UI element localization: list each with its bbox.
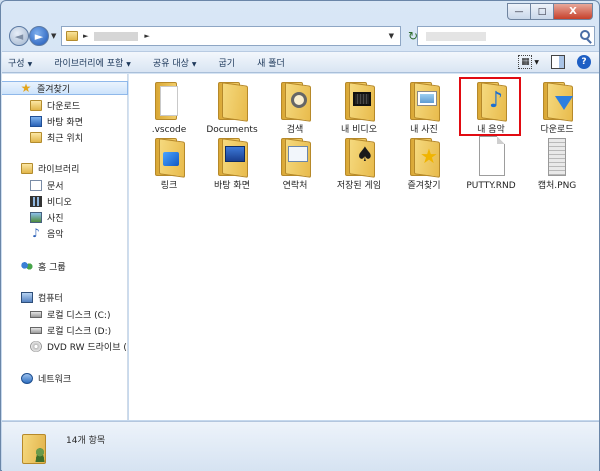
maximize-button[interactable]: □ <box>530 3 554 20</box>
list-item[interactable]: 다운로드 <box>527 80 587 136</box>
music-icon: ♪ <box>32 225 40 240</box>
videos-folder-icon <box>341 80 377 122</box>
list-item[interactable]: PUTTY.RND <box>461 136 521 192</box>
nav-item-downloads[interactable]: 다운로드 <box>2 98 80 112</box>
share-with-menu[interactable]: 공유 대상 ▼ <box>153 56 197 69</box>
highlight-box <box>459 77 521 136</box>
shared-folder-icon <box>20 430 48 464</box>
close-button[interactable]: X <box>553 3 593 20</box>
nav-item-homegroup[interactable]: 홈 그룹 <box>2 259 66 273</box>
list-item[interactable]: 내 사진 <box>394 80 454 136</box>
contacts-folder-icon <box>277 136 313 178</box>
file-list: .vscode Documents 검색 내 비디오 내 사진 ♪ 내 음악 다… <box>129 74 599 420</box>
dvd-drive-icon <box>30 340 42 352</box>
list-item[interactable]: .vscode <box>139 80 199 136</box>
forward-button[interactable]: ► <box>29 26 49 46</box>
toolbar-right: ▦ ▼ ? <box>506 55 591 69</box>
nav-item-dvd-drive[interactable]: DVD RW 드라이브 ( <box>2 339 127 353</box>
view-options-chevron-icon[interactable]: ▼ <box>534 59 539 66</box>
list-item[interactable]: 바탕 화면 <box>202 136 262 192</box>
computer-icon <box>21 291 33 303</box>
forward-arrow-icon: ► <box>34 29 44 43</box>
breadcrumb-separator-icon[interactable]: ► <box>144 32 149 40</box>
preview-pane-icon[interactable] <box>551 55 565 69</box>
list-item[interactable]: 캡처.PNG <box>527 136 587 192</box>
address-row: ◄ ► ▼ ► ► ▼ ↻ <box>7 25 595 47</box>
favorites-folder-icon: ★ <box>406 136 442 178</box>
burn-button[interactable]: 굽기 <box>219 56 236 69</box>
search-folder-icon <box>277 80 313 122</box>
nav-item-local-disk-d[interactable]: 로컬 디스크 (D:) <box>2 323 111 337</box>
video-icon <box>30 195 42 207</box>
image-file-icon <box>539 136 575 178</box>
address-dropdown-icon[interactable]: ▼ <box>389 32 394 40</box>
library-icon <box>21 162 33 174</box>
item-count: 14개 항목 <box>66 436 106 446</box>
folder-icon <box>214 80 250 122</box>
nav-item-favorites[interactable]: ★ 즐겨찾기 <box>2 81 128 95</box>
saved-games-folder-icon: ♠ <box>341 136 377 178</box>
chevron-down-icon: ▼ <box>126 60 131 68</box>
command-bar: 구성 ▼ 라이브러리에 포함 ▼ 공유 대상 ▼ 굽기 새 폴더 ▦ ▼ ? <box>2 51 599 73</box>
list-item[interactable]: ★ 즐겨찾기 <box>394 136 454 192</box>
include-in-library-menu[interactable]: 라이브러리에 포함 ▼ <box>54 56 131 69</box>
details-pane: 14개 항목 <box>2 421 599 471</box>
nav-item-computer[interactable]: 컴퓨터 <box>2 290 63 304</box>
list-item[interactable]: Documents <box>202 80 262 136</box>
download-folder-icon <box>30 99 42 111</box>
search-placeholder <box>426 31 486 41</box>
desktop-folder-icon <box>214 136 250 178</box>
chevron-down-icon: ▼ <box>191 60 197 68</box>
list-item[interactable]: 링크 <box>139 136 199 192</box>
list-item[interactable]: ♠ 저장된 게임 <box>329 136 389 192</box>
back-button[interactable]: ◄ <box>9 26 29 46</box>
nav-item-network[interactable]: 네트워크 <box>2 371 71 385</box>
chevron-down-icon: ▼ <box>27 60 33 68</box>
desktop-icon <box>30 115 42 127</box>
file-icon <box>473 136 509 178</box>
search-input[interactable] <box>417 26 595 46</box>
nav-item-music[interactable]: ♪ 음악 <box>2 225 63 240</box>
downloads-folder-icon <box>539 80 575 122</box>
local-disk-icon <box>30 310 42 318</box>
local-disk-icon <box>30 326 42 334</box>
folder-icon <box>66 31 78 41</box>
new-folder-button[interactable]: 새 폴더 <box>257 56 285 69</box>
explorer-window: — □ X ◄ ► ▼ ► ► ▼ ↻ 구성 ▼ 라이브러리에 포함 ▼ 공유 대상… <box>0 0 600 471</box>
nav-item-pictures[interactable]: 사진 <box>2 210 64 224</box>
list-item[interactable]: 내 비디오 <box>329 80 389 136</box>
caption-buttons: — □ X <box>507 3 593 20</box>
change-view-icon[interactable]: ▦ <box>518 55 533 69</box>
folder-icon <box>151 80 187 122</box>
minimize-button[interactable]: — <box>507 3 531 20</box>
nav-item-desktop[interactable]: 바탕 화면 <box>2 114 83 128</box>
nav-item-libraries[interactable]: 라이브러리 <box>2 161 79 175</box>
homegroup-icon <box>21 260 33 272</box>
list-item[interactable]: 연락처 <box>265 136 325 192</box>
back-arrow-icon: ◄ <box>14 29 24 43</box>
help-icon[interactable]: ? <box>577 55 591 69</box>
pictures-icon <box>30 211 42 223</box>
recent-pages-dropdown[interactable]: ▼ <box>51 32 56 40</box>
links-folder-icon <box>151 136 187 178</box>
nav-item-documents[interactable]: 문서 <box>2 178 64 192</box>
breadcrumb-separator-icon[interactable]: ► <box>83 32 88 40</box>
nav-item-local-disk-c[interactable]: 로컬 디스크 (C:) <box>2 307 110 321</box>
network-icon <box>21 372 33 384</box>
search-icon[interactable] <box>580 30 590 40</box>
nav-item-videos[interactable]: 비디오 <box>2 194 72 208</box>
documents-icon <box>30 179 42 191</box>
star-icon: ★ <box>20 80 32 95</box>
breadcrumb-current-path[interactable] <box>94 31 139 41</box>
list-item[interactable]: 검색 <box>265 80 325 136</box>
address-bar[interactable]: ► ► ▼ <box>61 26 401 46</box>
nav-item-recent-places[interactable]: 최근 위치 <box>2 130 83 144</box>
recent-places-icon <box>30 131 42 143</box>
navigation-pane: ★ 즐겨찾기 다운로드 바탕 화면 최근 위치 라이브러리 문서 비디오 사진 … <box>2 74 128 420</box>
pictures-folder-icon <box>406 80 442 122</box>
organize-menu[interactable]: 구성 ▼ <box>8 56 32 69</box>
